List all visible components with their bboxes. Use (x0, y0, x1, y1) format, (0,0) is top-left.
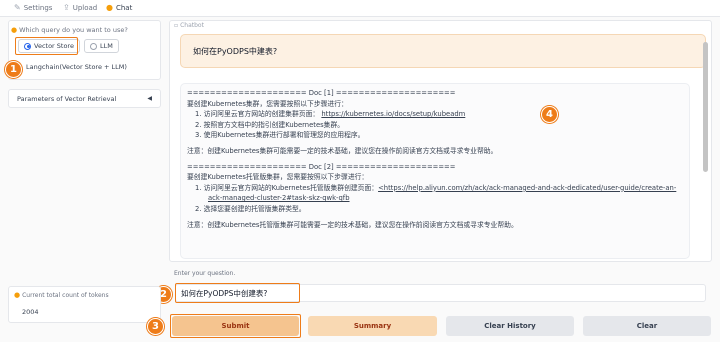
annotation-marker-3: 3 (147, 318, 164, 335)
doc-separator: ===================== Doc [2] ==========… (187, 162, 456, 171)
query-label: ● Which query do you want to use? (11, 26, 128, 34)
bot-text-line: 注意：创建Kubernetes集群可能需要一定的技术基础，建议您在操作前阅读官方… (187, 146, 498, 155)
clear-button[interactable]: Clear (583, 316, 711, 336)
highlight-box-2 (175, 283, 300, 303)
chat-bubble-icon: ▫ (174, 22, 179, 29)
annotation-marker-4: 4 (541, 106, 558, 123)
radio-llm[interactable]: LLM (84, 39, 119, 53)
bot-text-line: 注意：创建Kubernetes托管版集群可能需要一定的技术基础，建议您在操作前阅… (187, 220, 518, 229)
radio-llm-label: LLM (100, 42, 113, 50)
clear-history-button[interactable]: Clear History (446, 316, 574, 336)
question-input-label: Enter your question. (174, 270, 236, 277)
bot-link[interactable]: ack-managed-cluster-2#task-skz-qwk-qfb (208, 194, 350, 202)
bot-link-continued: ack-managed-cluster-2#task-skz-qwk-qfb (187, 193, 683, 204)
chatbot-label-text: Chatbot (180, 22, 204, 29)
user-message: 如何在PyODPS中建表? (180, 34, 706, 68)
radio-dot-icon (90, 42, 97, 50)
highlight-box-1 (15, 37, 78, 55)
radio-langchain-label: Langchain(Vector Store + LLM) (26, 63, 127, 71)
bot-text-line: 要创建Kubernetes托管版集群，您需要按照以下步骤进行： (187, 173, 369, 182)
annotation-marker-1: 1 (5, 61, 22, 78)
params-label: Parameters of Vector Retrieval (17, 94, 117, 103)
chat-icon: ● (106, 3, 113, 12)
caret-left-icon: ◀ (147, 95, 152, 102)
chatbot-label: ▫ Chatbot (174, 22, 204, 29)
tab-chat-label: Chat (115, 3, 133, 12)
tab-upload[interactable]: ⇪ Upload (63, 3, 97, 12)
upload-icon: ⇪ (63, 3, 70, 12)
summary-button[interactable]: Summary (308, 316, 437, 336)
bot-link[interactable]: https://kubernetes.io/docs/setup/kubeadm (321, 110, 465, 118)
vector-params-accordion[interactable]: Parameters of Vector Retrieval ◀ (8, 89, 161, 108)
tab-settings[interactable]: ✎ Settings (14, 3, 52, 12)
tab-settings-label: Settings (23, 3, 53, 12)
token-count-label: ● Current total count of tokens (14, 291, 109, 299)
bot-message: ===================== Doc [1] ==========… (180, 83, 690, 259)
tab-bar: ✎ Settings ⇪ Upload ● Chat (0, 0, 720, 17)
bot-list-text: 1. 访问阿里云官方网站的Kubernetes托管版集群创建页面： (195, 183, 379, 192)
radio-langchain[interactable]: Langchain(Vector Store + LLM) (24, 60, 132, 74)
bot-list-text: 1. 访问阿里云官方网站的创建集群页面： (195, 110, 320, 119)
bot-list-item: 2. 按照官方文档中的指引创建Kubernetes集群。 (195, 120, 345, 129)
wrench-icon: ✎ (14, 3, 21, 12)
chat-scrollbar[interactable] (703, 42, 708, 172)
query-label-text: Which query do you want to use? (19, 26, 128, 34)
flame-icon: ● (11, 26, 18, 34)
highlight-box-3 (170, 314, 301, 338)
bot-list-item: 3. 使用Kubernetes集群进行部署和管理您的应用程序。 (195, 131, 365, 140)
tab-chat[interactable]: ● Chat (106, 3, 132, 12)
doc-separator: ===================== Doc [1] ==========… (187, 89, 456, 97)
tab-upload-label: Upload (72, 3, 98, 12)
token-count-label-text: Current total count of tokens (22, 291, 109, 299)
bot-list-item: 1. 访问阿里云官方网站的创建集群页面： https://kubernetes.… (187, 109, 683, 120)
bot-link[interactable]: <https://help.aliyun.com/zh/ack/ack-mana… (378, 184, 676, 192)
bot-text-line: 要创建Kubernetes集群，您需要按照以下步骤进行： (187, 99, 348, 108)
token-count-value: 2004 (22, 308, 39, 316)
flame-icon: ● (14, 291, 21, 299)
bot-list-item: 1. 访问阿里云官方网站的Kubernetes托管版集群创建页面：<https:… (187, 183, 683, 194)
bot-list-item: 2. 选择您要创建的托管版集群类型。 (195, 204, 306, 213)
